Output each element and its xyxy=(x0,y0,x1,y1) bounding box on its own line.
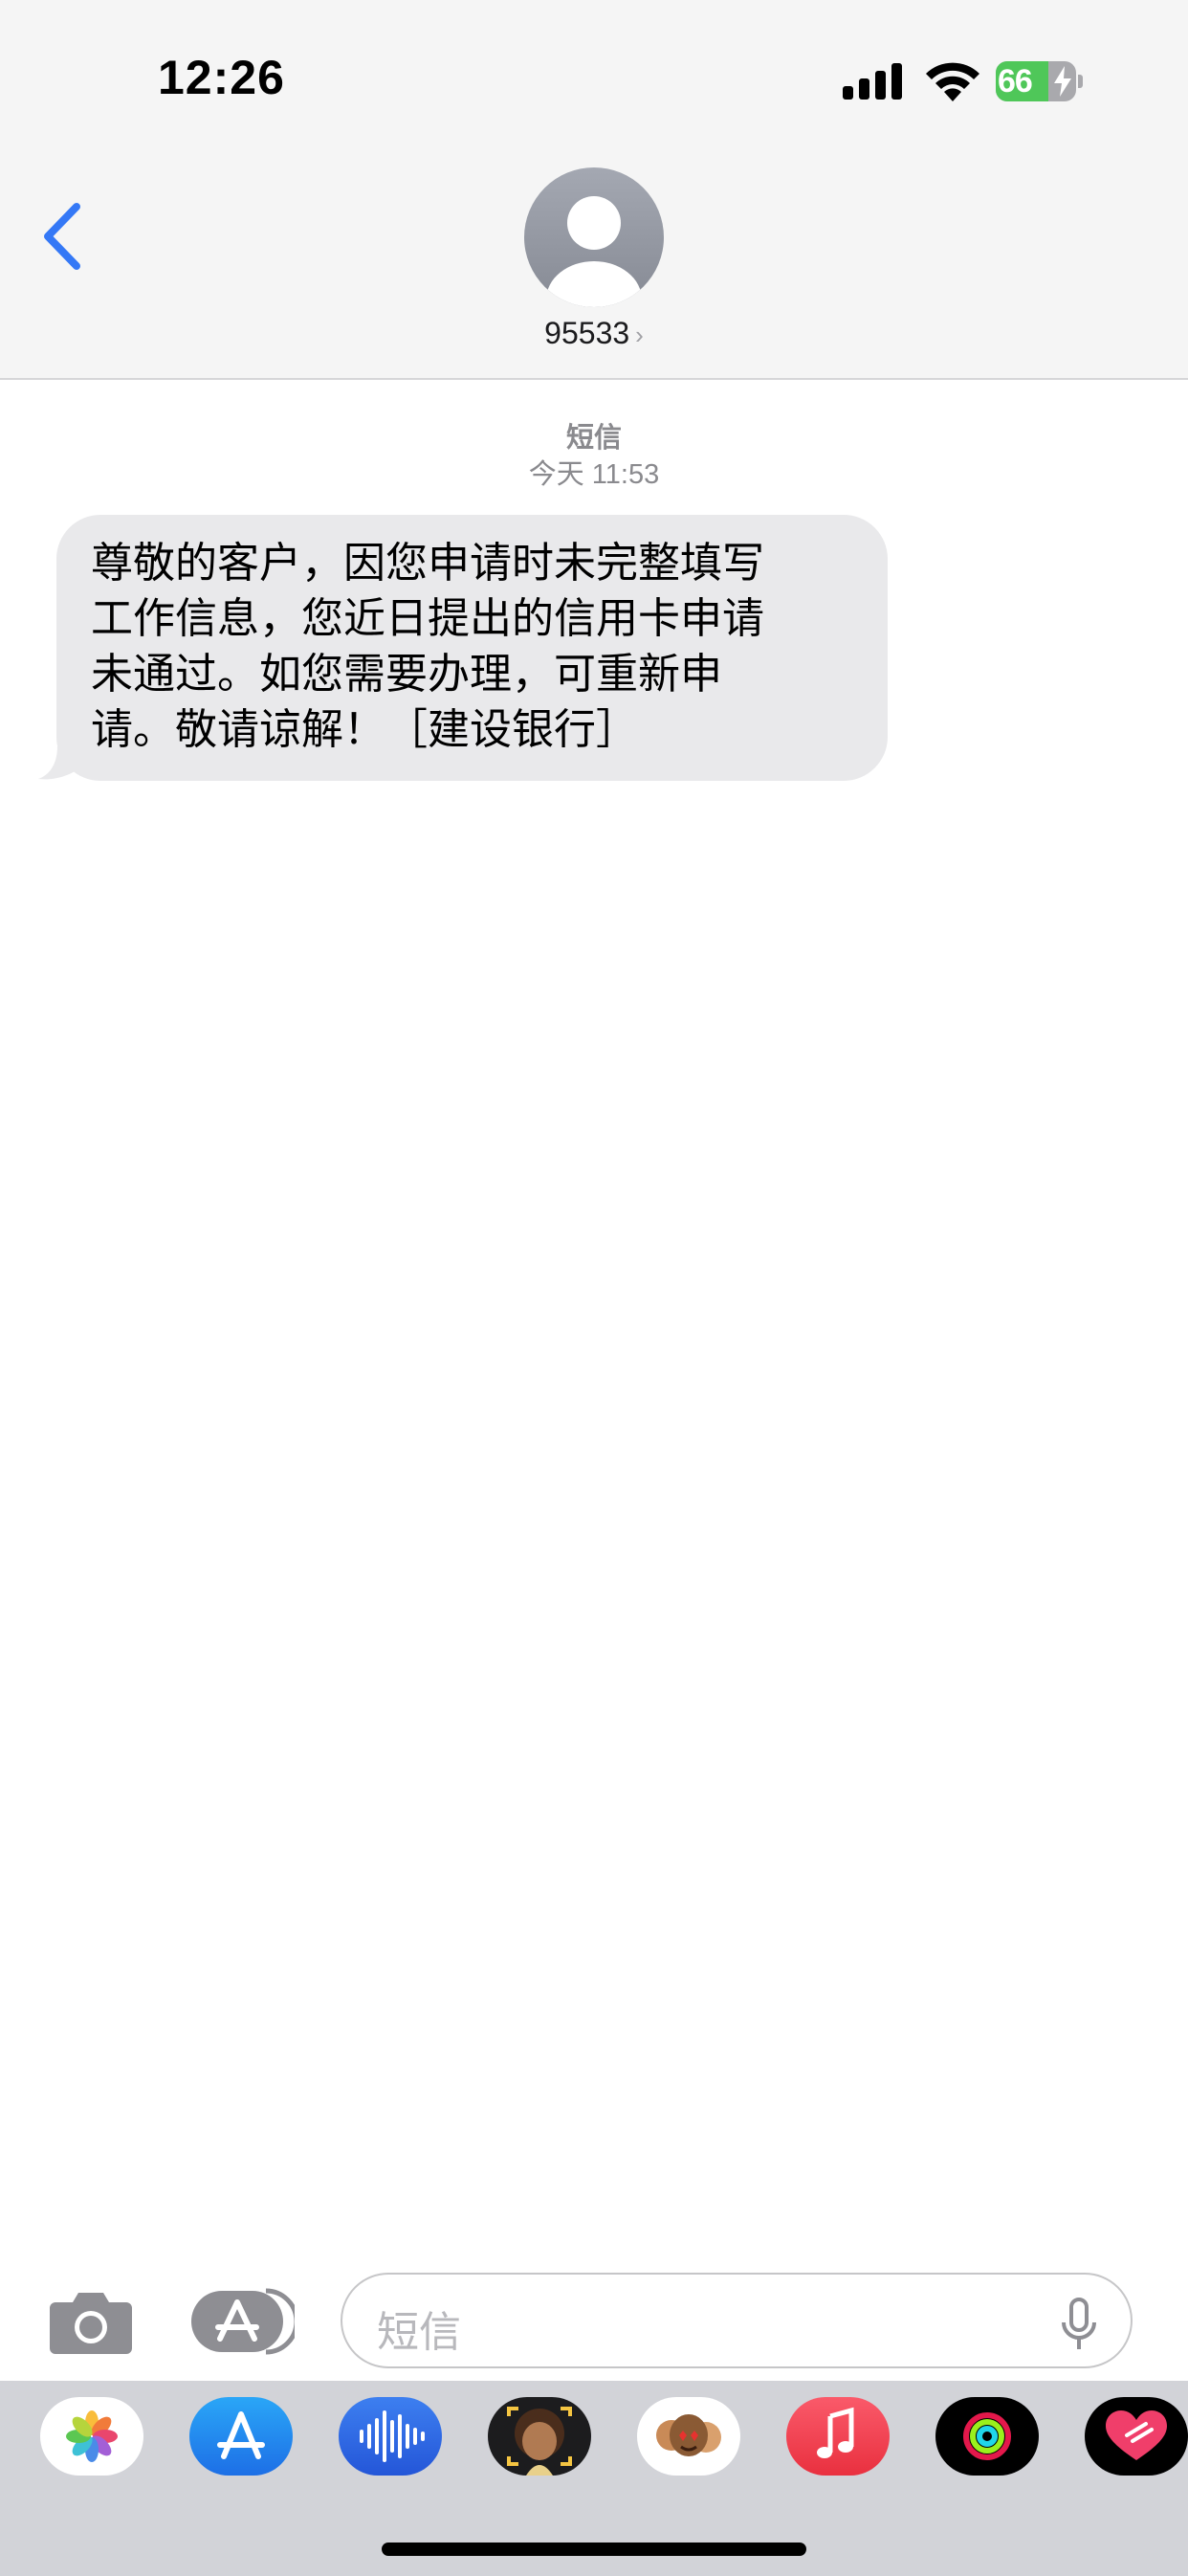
memoji-icon[interactable] xyxy=(488,2397,591,2476)
cellular-signal-icon xyxy=(843,63,904,100)
memoji-stickers-icon[interactable] xyxy=(637,2397,740,2476)
chevron-right-icon: › xyxy=(635,321,644,349)
wifi-icon xyxy=(926,62,979,101)
status-time: 12:26 xyxy=(158,51,285,104)
message-timestamp: 今天 11:53 xyxy=(528,459,660,490)
music-icon[interactable] xyxy=(786,2397,890,2476)
charging-bolt-icon xyxy=(1054,66,1071,97)
back-chevron-icon[interactable] xyxy=(38,201,86,272)
message-input[interactable]: 短信 xyxy=(341,2273,1133,2368)
audio-message-icon[interactable] xyxy=(339,2397,442,2476)
battery-level: 66 xyxy=(998,63,1033,100)
battery-indicator: 66 xyxy=(996,61,1083,101)
conversation-header: 12:26 66 95533 › xyxy=(0,0,1188,380)
message-line: 未通过。如您需要办理，可重新申 xyxy=(91,651,722,698)
activity-icon[interactable] xyxy=(935,2397,1039,2476)
home-indicator[interactable] xyxy=(382,2543,806,2556)
message-line: 请。敬请谅解！［建设银行］ xyxy=(91,706,638,753)
message-input-placeholder: 短信 xyxy=(377,2309,461,2356)
message-line: 工作信息，您近日提出的信用卡申请 xyxy=(91,595,764,642)
message-line: 尊敬的客户，因您申请时未完整填写 xyxy=(91,540,764,587)
digital-touch-icon[interactable] xyxy=(1085,2397,1188,2476)
person-silhouette-icon xyxy=(546,196,642,307)
app-store-icon[interactable] xyxy=(189,2397,293,2476)
photos-icon[interactable] xyxy=(40,2397,143,2476)
contact-avatar[interactable] xyxy=(524,167,664,307)
contact-name-row[interactable]: 95533 › xyxy=(0,316,1188,351)
contact-name[interactable]: 95533 xyxy=(544,316,629,350)
service-label: 短信 xyxy=(565,423,622,454)
incoming-message-bubble[interactable]: 尊敬的客户，因您申请时未完整填写 工作信息，您近日提出的信用卡申请 未通过。如您… xyxy=(56,515,888,781)
camera-icon[interactable] xyxy=(48,2287,134,2356)
apps-button-icon[interactable] xyxy=(191,2287,295,2356)
microphone-icon[interactable] xyxy=(1060,2298,1098,2351)
